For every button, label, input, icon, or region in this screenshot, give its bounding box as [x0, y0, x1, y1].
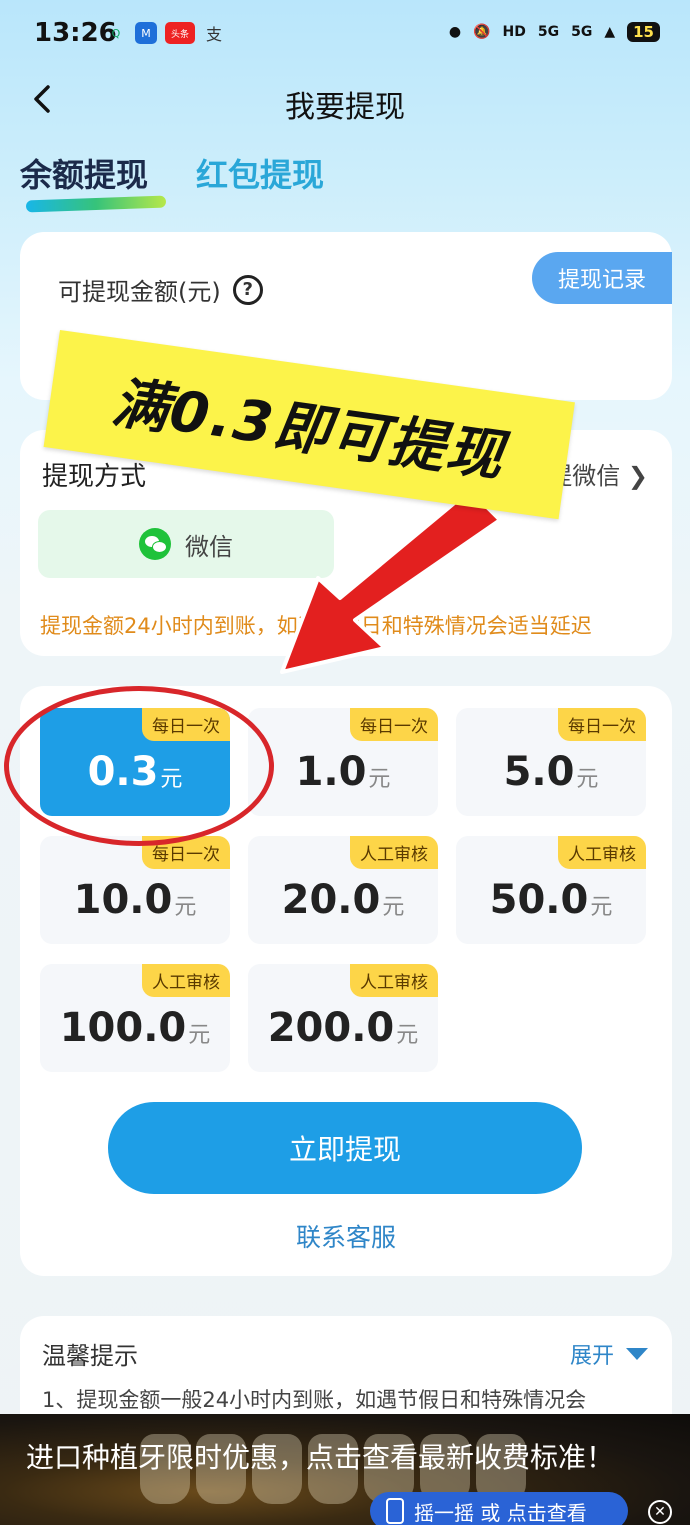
amount-value: 5.0	[503, 749, 575, 795]
status-bar: 13:26 Q M 头条 支 ● 🔕 HD 5G 5G ▲ 15	[0, 0, 690, 68]
nav-bar: 我要提现	[0, 72, 690, 132]
alipay-icon: 支	[205, 25, 222, 44]
amount-unit: 元	[590, 895, 613, 920]
status-indicators: ● 🔕 HD 5G 5G ▲ 15	[449, 22, 660, 42]
tips-expand-button[interactable]: 展开	[570, 1338, 648, 1370]
amount-unit: 元	[396, 1023, 419, 1048]
amount-unit: 元	[160, 767, 183, 792]
tips-text: 1、提现金额一般24小时内到账，如遇节假日和特殊情况会	[42, 1388, 587, 1412]
withdraw-tabs: 余额提现 红包提现	[20, 150, 324, 213]
amount-tag: 每日一次	[350, 708, 438, 741]
method-note: 提现金额24小时内到账，如遇节假日和特殊情况会适当延迟	[40, 614, 592, 638]
amount-value: 20.0	[281, 877, 381, 923]
tips-title: 温馨提示	[42, 1342, 138, 1370]
page-title: 我要提现	[285, 90, 405, 125]
status-app-icons: Q M 头条 支	[105, 22, 225, 44]
mute-icon: 🔕	[473, 24, 491, 40]
signal-5g-label-2: 5G	[571, 24, 593, 40]
tab-balance-withdraw[interactable]: 余额提现	[20, 150, 167, 213]
amount-value: 10.0	[73, 877, 173, 923]
amount-unit: 元	[188, 1023, 211, 1048]
hd-label: HD	[502, 24, 526, 40]
help-question-icon[interactable]: ?	[232, 274, 263, 305]
ad-banner[interactable]: 进口种植牙限时优惠，点击查看最新收费标准！ 摇一摇 或 点击查看 ✕	[0, 1414, 690, 1525]
tab-redpacket-withdraw[interactable]: 红包提现	[196, 150, 324, 196]
app-q-icon: Q	[111, 26, 121, 40]
app-m-icon: M	[135, 22, 157, 44]
ad-text: 进口种植牙限时优惠，点击查看最新收费标准！	[26, 1441, 615, 1474]
amount-tag: 每日一次	[142, 836, 230, 869]
signal-5g-label-1: 5G	[537, 24, 560, 40]
amount-grid: 每日一次 0.3 元 每日一次 1.0 元 每日一次 5.0 元 每日一次 10…	[40, 708, 646, 1072]
location-icon: ●	[448, 24, 462, 40]
amount-option-5-0[interactable]: 每日一次 5.0 元	[456, 708, 646, 816]
wechat-method-option[interactable]: 微信	[38, 510, 334, 578]
tips-expand-label: 展开	[569, 1344, 614, 1369]
amount-tag: 人工审核	[350, 836, 438, 869]
amount-option-10-0[interactable]: 每日一次 10.0 元	[40, 836, 230, 944]
amount-value: 50.0	[489, 877, 589, 923]
tab-redpacket-label: 红包提现	[196, 156, 325, 194]
phone-shake-icon	[386, 1498, 404, 1524]
amount-option-50-0[interactable]: 人工审核 50.0 元	[456, 836, 646, 944]
amount-option-0-3[interactable]: 每日一次 0.3 元	[40, 708, 230, 816]
battery-level: 15	[633, 23, 654, 41]
amount-tag: 每日一次	[558, 708, 646, 741]
amount-unit: 元	[576, 767, 599, 792]
ad-shake-button[interactable]: 摇一摇 或 点击查看	[370, 1492, 628, 1525]
wechat-icon	[139, 528, 171, 560]
amount-tag: 人工审核	[350, 964, 438, 997]
wifi-icon: ▲	[604, 24, 616, 40]
amount-tag: 人工审核	[142, 964, 230, 997]
amount-value: 100.0	[59, 1005, 187, 1051]
caret-down-icon	[626, 1348, 648, 1360]
chevron-right-icon: ❯	[627, 462, 648, 490]
amount-unit: 元	[382, 895, 405, 920]
amount-value: 200.0	[267, 1005, 395, 1051]
amount-unit: 元	[174, 895, 197, 920]
method-title: 提现方式	[42, 462, 147, 492]
battery-indicator: 15	[627, 22, 660, 42]
tab-balance-label: 余额提现	[20, 156, 149, 194]
tab-active-underline	[25, 195, 167, 213]
amount-tag: 人工审核	[558, 836, 646, 869]
amount-option-200-0[interactable]: 人工审核 200.0 元	[248, 964, 438, 1072]
ad-shake-label: 摇一摇 或 点击查看	[414, 1500, 587, 1525]
amount-unit: 元	[368, 767, 391, 792]
ad-close-icon[interactable]: ✕	[648, 1500, 672, 1524]
toutiao-icon: 头条	[165, 22, 195, 44]
amount-option-1-0[interactable]: 每日一次 1.0 元	[248, 708, 438, 816]
amount-option-100-0[interactable]: 人工审核 100.0 元	[40, 964, 230, 1072]
amount-value: 1.0	[295, 749, 367, 795]
contact-service-link[interactable]: 联系客服	[20, 1218, 672, 1254]
balance-label: 可提现金额(元) ?	[58, 272, 263, 307]
wechat-option-label: 微信	[185, 532, 233, 561]
amount-value: 0.3	[87, 749, 159, 795]
withdraw-record-button[interactable]: 提现记录	[532, 252, 672, 304]
amount-option-20-0[interactable]: 人工审核 20.0 元	[248, 836, 438, 944]
withdraw-now-button[interactable]: 立即提现	[108, 1102, 582, 1194]
amount-tag: 每日一次	[142, 708, 230, 741]
balance-label-text: 可提现金额(元)	[58, 278, 221, 306]
amount-card: 每日一次 0.3 元 每日一次 1.0 元 每日一次 5.0 元 每日一次 10…	[20, 686, 672, 1276]
